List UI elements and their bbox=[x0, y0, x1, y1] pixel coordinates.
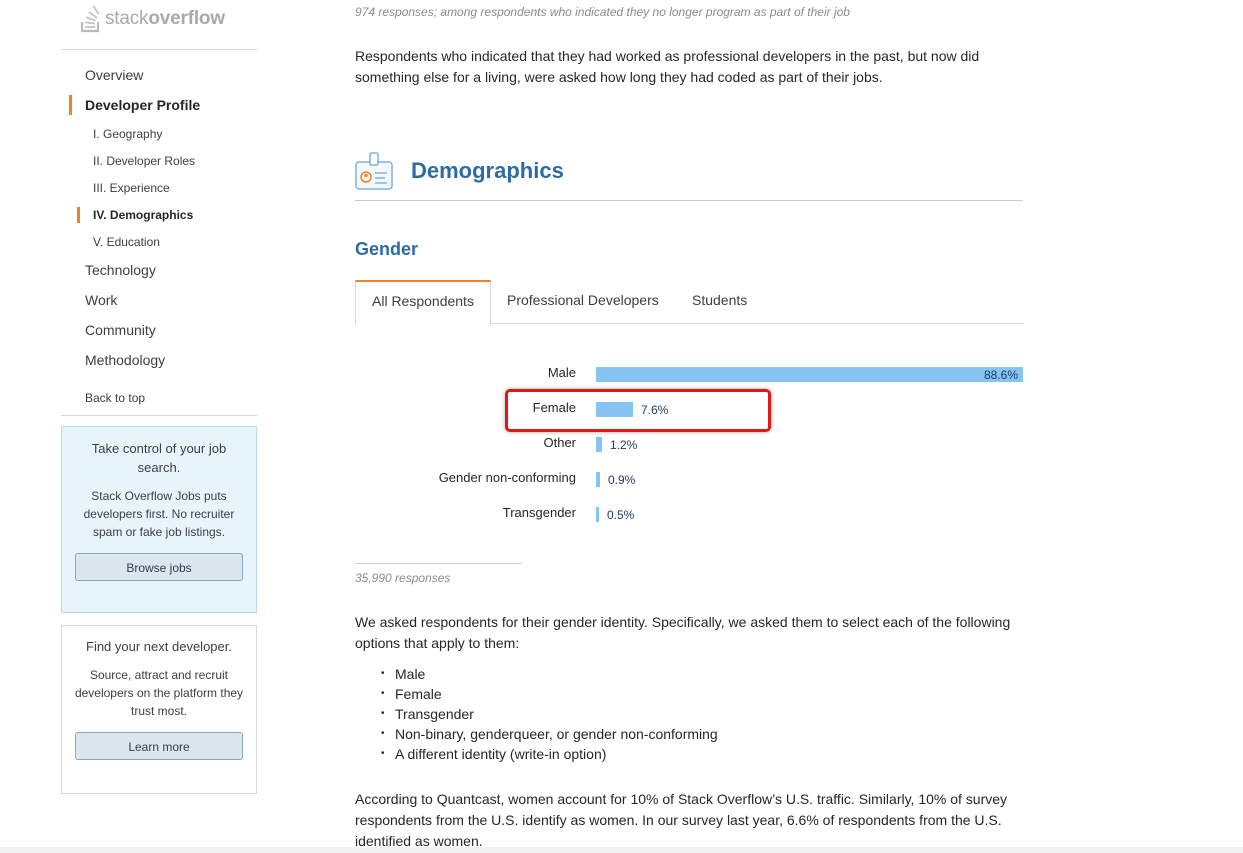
chart-category-label: Gender non-conforming bbox=[438, 470, 576, 485]
bottom-edge bbox=[0, 847, 1243, 853]
female-highlight-box bbox=[505, 389, 771, 432]
list-item: Non-binary, genderqueer, or gender non-c… bbox=[381, 724, 718, 744]
sidebar-divider bbox=[61, 49, 257, 50]
gender-options-list: Male Female Transgender Non-binary, gend… bbox=[355, 664, 718, 764]
chart-bar bbox=[596, 472, 600, 487]
chart-row: Gender non-conforming 0.9% bbox=[355, 470, 1023, 490]
browse-jobs-button[interactable]: Browse jobs bbox=[75, 553, 243, 581]
sidebar-subitem-demographics[interactable]: IV. Demographics bbox=[93, 208, 193, 222]
chart-value-label: 1.2% bbox=[610, 438, 638, 452]
active-section-marker bbox=[69, 95, 72, 115]
sidebar-item-overview[interactable]: Overview bbox=[85, 67, 143, 83]
closing-paragraph: According to Quantcast, women account fo… bbox=[355, 791, 1008, 849]
section-title: Demographics bbox=[411, 158, 564, 183]
tab-professional-developers[interactable]: Professional Developers bbox=[491, 280, 675, 322]
chart-bar bbox=[596, 367, 1023, 382]
tab-all-respondents[interactable]: All Respondents bbox=[355, 280, 491, 325]
sidebar-item-technology[interactable]: Technology bbox=[85, 262, 156, 278]
chart-row: Transgender 0.5% bbox=[355, 505, 1023, 525]
sidebar-item-community[interactable]: Community bbox=[85, 322, 156, 338]
chart-bar bbox=[596, 507, 599, 522]
list-item: Transgender bbox=[381, 704, 718, 724]
sidebar-subitem-developer-roles[interactable]: II. Developer Roles bbox=[93, 154, 195, 168]
learn-more-button[interactable]: Learn more bbox=[75, 732, 243, 760]
sidebar-subitem-experience[interactable]: III. Experience bbox=[93, 181, 170, 195]
chart-row: Male 88.6% bbox=[355, 365, 1023, 385]
chart-row: Other 1.2% bbox=[355, 435, 1023, 455]
gender-title: Gender bbox=[355, 239, 419, 259]
chart-category-label: Transgender bbox=[502, 505, 576, 520]
talent-promo: Find your next developer. Source, attrac… bbox=[61, 625, 257, 794]
sidebar-divider bbox=[61, 415, 257, 416]
chart-value-label: 0.9% bbox=[608, 473, 636, 487]
id-badge-icon bbox=[355, 152, 393, 190]
chart-bar bbox=[596, 437, 602, 452]
logo-text: stackoverflow bbox=[105, 8, 225, 29]
sidebar-subitem-geography[interactable]: I. Geography bbox=[93, 127, 162, 141]
chart-value-label: 0.5% bbox=[607, 508, 635, 522]
tab-students[interactable]: Students bbox=[676, 280, 763, 322]
list-item: A different identity (write-in option) bbox=[381, 744, 718, 764]
chart-divider bbox=[355, 563, 522, 564]
response-note: 974 responses; among respondents who ind… bbox=[355, 5, 850, 19]
chart-category-label: Other bbox=[543, 435, 576, 450]
respondent-tabs: All Respondents Professional Developers … bbox=[355, 280, 1023, 325]
sidebar-item-methodology[interactable]: Methodology bbox=[85, 352, 165, 368]
active-subsection-marker bbox=[77, 207, 80, 223]
chart-category-label: Male bbox=[547, 365, 576, 380]
section-divider bbox=[355, 200, 1023, 201]
promo-body: Source, attract and recruit developers o… bbox=[74, 668, 244, 718]
sidebar-item-developer-profile[interactable]: Developer Profile bbox=[85, 97, 200, 113]
intro-paragraph: Respondents who indicated that they had … bbox=[355, 48, 980, 85]
jobs-promo: Take control of your job search. Stack O… bbox=[61, 426, 257, 613]
stack-icon bbox=[80, 5, 100, 33]
stackoverflow-logo[interactable]: stackoverflow bbox=[80, 3, 225, 35]
section-header: Demographics bbox=[355, 152, 564, 190]
list-item: Female bbox=[381, 684, 718, 704]
question-paragraph: We asked respondents for their gender id… bbox=[355, 614, 1011, 651]
promo-title: Take control of your job search. bbox=[91, 441, 227, 475]
list-item: Male bbox=[381, 664, 718, 684]
promo-body: Stack Overflow Jobs puts developers firs… bbox=[83, 489, 235, 539]
sidebar-subitem-education[interactable]: V. Education bbox=[93, 235, 160, 249]
promo-title: Find your next developer. bbox=[86, 639, 232, 654]
sidebar-item-work[interactable]: Work bbox=[85, 292, 117, 308]
back-to-top-link[interactable]: Back to top bbox=[85, 391, 145, 405]
responses-count: 35,990 responses bbox=[355, 571, 451, 585]
chart-value-label: 88.6% bbox=[984, 368, 1019, 382]
